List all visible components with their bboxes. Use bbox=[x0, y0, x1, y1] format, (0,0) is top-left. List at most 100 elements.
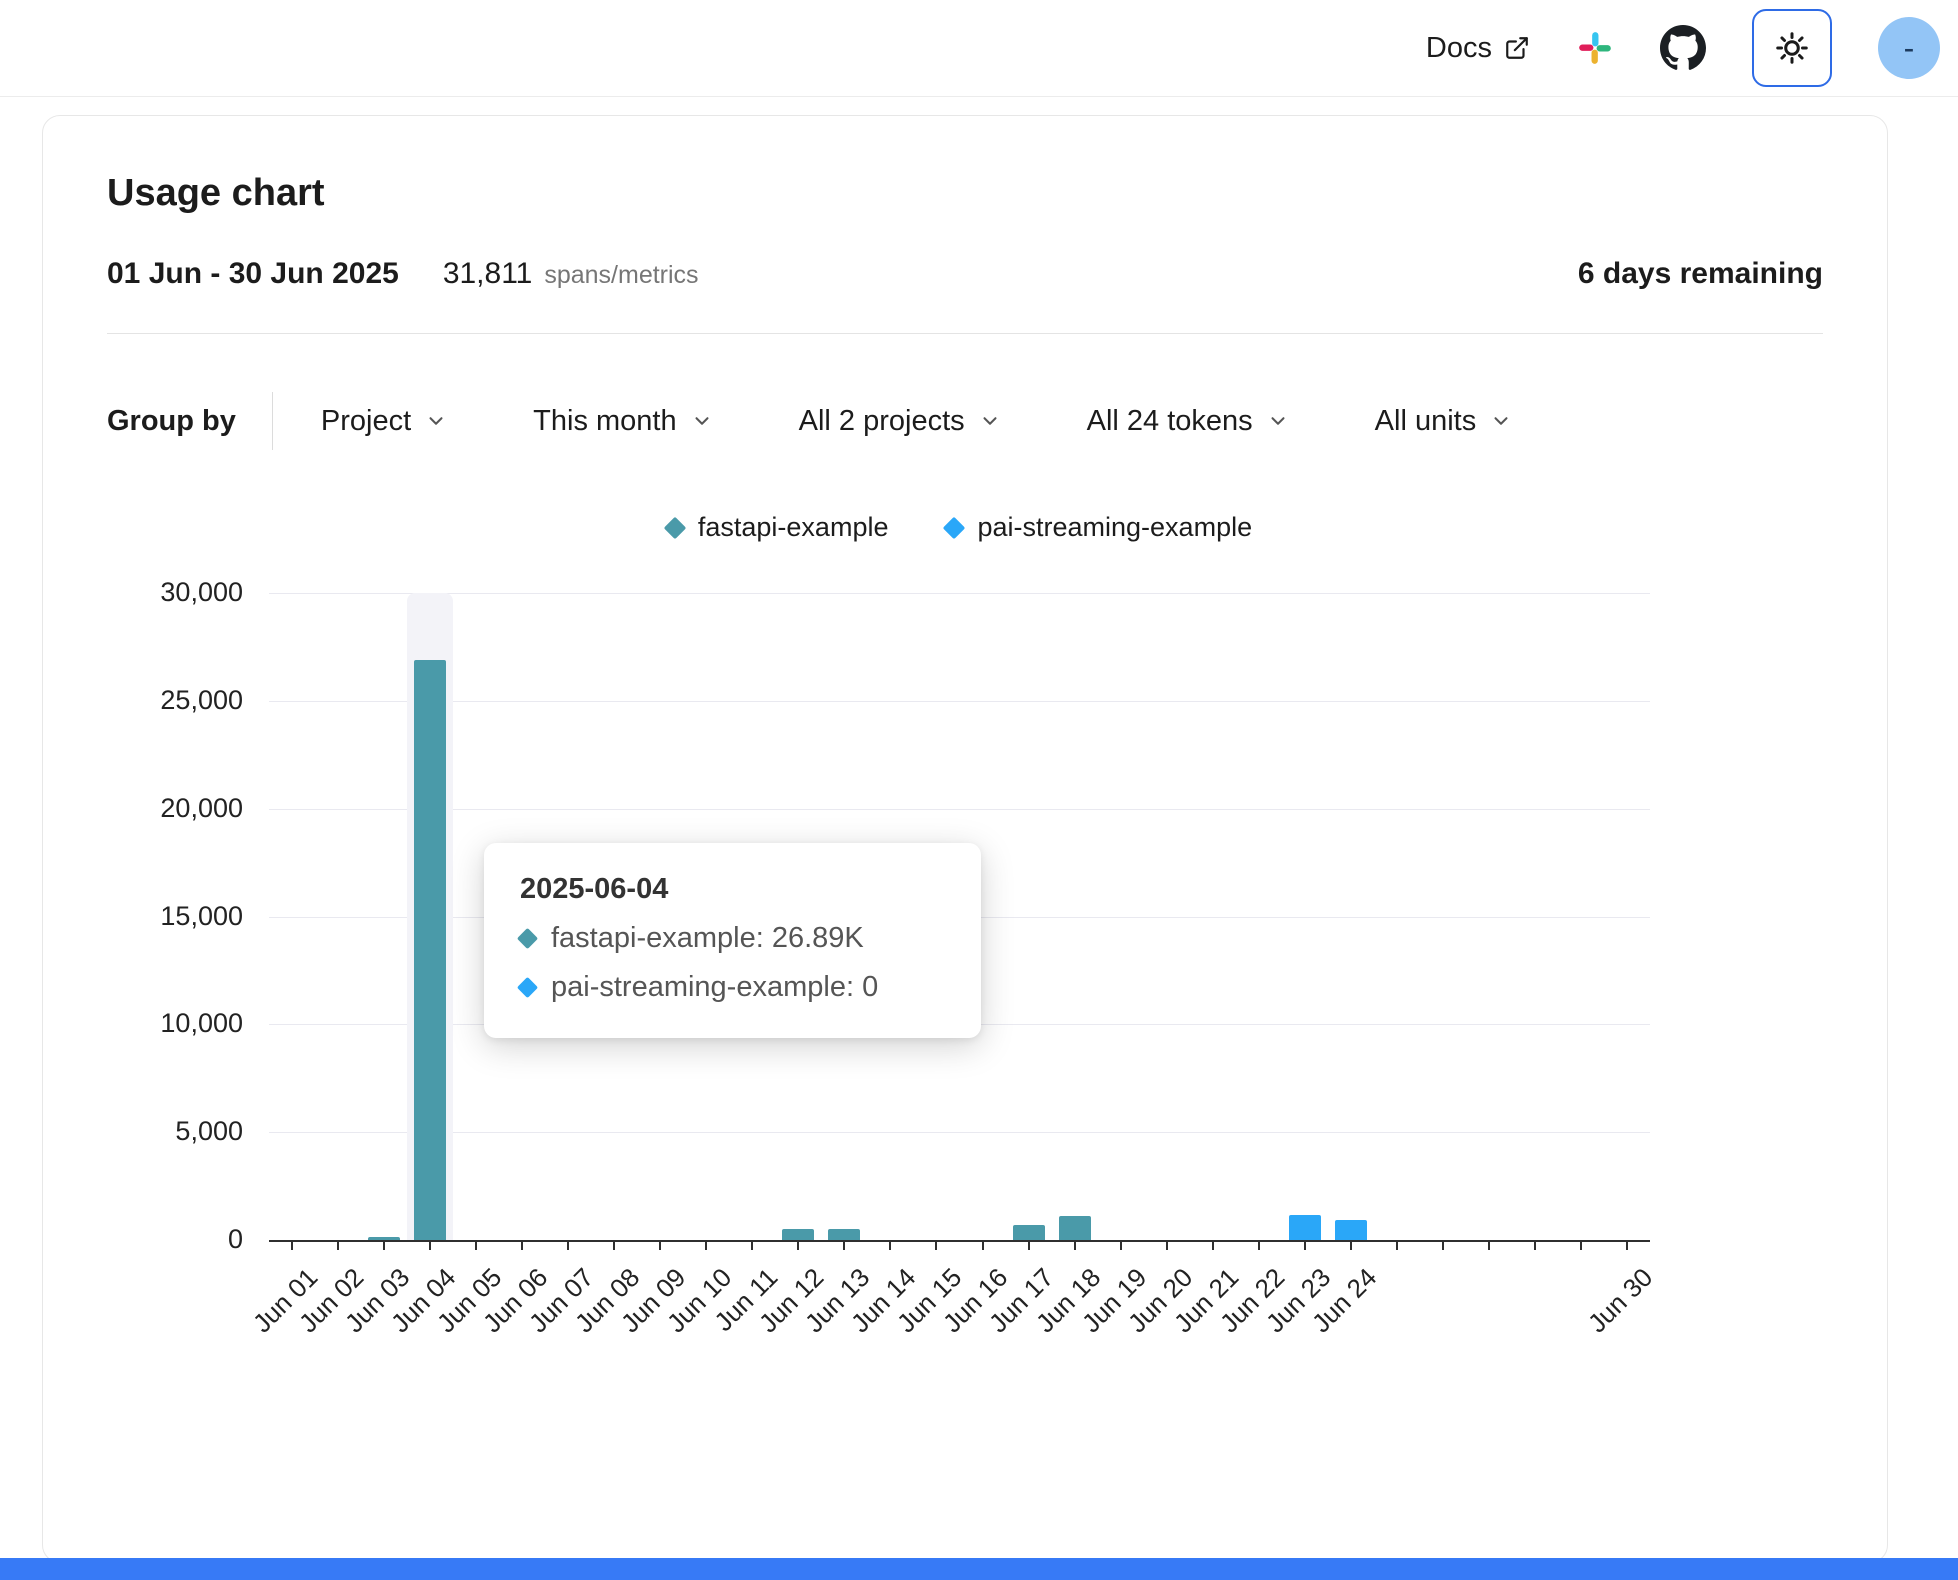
slack-link[interactable] bbox=[1576, 29, 1614, 67]
bar-pai-streaming-example-Jun 23[interactable] bbox=[1289, 1215, 1321, 1240]
y-axis-label: 30,000 bbox=[73, 577, 243, 608]
time-range-dropdown[interactable]: This month bbox=[533, 405, 712, 438]
dropdown-label: This month bbox=[533, 405, 676, 438]
external-link-icon bbox=[1504, 35, 1530, 61]
chevron-down-icon bbox=[1267, 410, 1289, 432]
x-axis-tick bbox=[1028, 1240, 1030, 1250]
bar-fastapi-example-Jun 17[interactable] bbox=[1013, 1225, 1045, 1240]
usage-meta-row: 01 Jun - 30 Jun 2025 31,811 spans/metric… bbox=[107, 257, 1823, 291]
x-axis-tick bbox=[429, 1240, 431, 1250]
tooltip-title: 2025-06-04 bbox=[520, 873, 945, 906]
x-axis-tick bbox=[1120, 1240, 1122, 1250]
x-axis-tick bbox=[1442, 1240, 1444, 1250]
y-axis-label: 15,000 bbox=[73, 901, 243, 932]
legend-item-fastapi-example[interactable]: fastapi-example bbox=[667, 512, 889, 543]
x-axis-label: Jun 30 bbox=[1582, 1262, 1659, 1339]
x-axis-tick bbox=[1626, 1240, 1628, 1250]
filter-row: Group by Project This month All 2 projec… bbox=[107, 392, 1823, 450]
docs-label: Docs bbox=[1426, 32, 1492, 65]
group-by-dropdown[interactable]: Project bbox=[321, 405, 447, 438]
gridline bbox=[269, 593, 1650, 594]
chevron-down-icon bbox=[425, 410, 447, 432]
x-axis-tick bbox=[1304, 1240, 1306, 1250]
github-icon bbox=[1660, 25, 1706, 71]
chevron-down-icon bbox=[979, 410, 1001, 432]
x-axis-tick bbox=[521, 1240, 523, 1250]
group-by-label: Group by bbox=[107, 405, 272, 438]
legend-label: fastapi-example bbox=[698, 512, 889, 543]
tokens-dropdown[interactable]: All 24 tokens bbox=[1087, 405, 1289, 438]
x-axis-tick bbox=[751, 1240, 753, 1250]
x-axis-tick bbox=[383, 1240, 385, 1250]
bar-fastapi-example-Jun 12[interactable] bbox=[782, 1229, 814, 1240]
x-axis-tick bbox=[889, 1240, 891, 1250]
y-axis-label: 20,000 bbox=[73, 793, 243, 824]
y-axis-label: 0 bbox=[73, 1224, 243, 1255]
tooltip-rows: fastapi-example: 26.89K pai-streaming-exa… bbox=[520, 922, 945, 1004]
github-link[interactable] bbox=[1660, 25, 1706, 71]
dropdown-label: All 2 projects bbox=[799, 405, 965, 438]
legend-swatch bbox=[943, 516, 966, 539]
chevron-down-icon bbox=[691, 410, 713, 432]
bar-fastapi-example-Jun 03[interactable] bbox=[368, 1237, 400, 1240]
theme-toggle-button[interactable] bbox=[1752, 9, 1832, 87]
x-axis-tick bbox=[475, 1240, 477, 1250]
date-range: 01 Jun - 30 Jun 2025 bbox=[107, 257, 399, 291]
topbar: Docs bbox=[0, 0, 1958, 97]
legend: fastapi-example pai-streaming-example bbox=[269, 512, 1650, 543]
x-axis-tick bbox=[1534, 1240, 1536, 1250]
bar-pai-streaming-example-Jun 24[interactable] bbox=[1335, 1220, 1367, 1240]
tooltip-swatch bbox=[517, 977, 538, 998]
avatar-label: - bbox=[1904, 30, 1915, 67]
x-axis-tick bbox=[567, 1240, 569, 1250]
dropdown-label: All 24 tokens bbox=[1087, 405, 1253, 438]
chart-tooltip: 2025-06-04 fastapi-example: 26.89K pai-st… bbox=[484, 843, 981, 1038]
y-axis-label: 10,000 bbox=[73, 1008, 243, 1039]
vertical-separator bbox=[272, 392, 273, 450]
bottom-bar bbox=[0, 1558, 1958, 1580]
avatar[interactable]: - bbox=[1878, 17, 1940, 79]
usage-chart: fastapi-example pai-streaming-example 202… bbox=[107, 512, 1823, 1242]
dropdown-label: All units bbox=[1375, 405, 1477, 438]
bar-fastapi-example-Jun 04[interactable] bbox=[414, 660, 446, 1240]
tooltip-swatch bbox=[517, 928, 538, 949]
legend-label: pai-streaming-example bbox=[977, 512, 1252, 543]
usage-card: Usage chart 01 Jun - 30 Jun 2025 31,811 … bbox=[42, 115, 1888, 1563]
x-axis-tick bbox=[1166, 1240, 1168, 1250]
chevron-down-icon bbox=[1490, 410, 1512, 432]
x-axis-tick bbox=[1074, 1240, 1076, 1250]
x-axis-tick bbox=[1258, 1240, 1260, 1250]
gridline bbox=[269, 701, 1650, 702]
dropdown-label: Project bbox=[321, 405, 411, 438]
x-axis-tick bbox=[613, 1240, 615, 1250]
x-axis-tick bbox=[1396, 1240, 1398, 1250]
projects-dropdown[interactable]: All 2 projects bbox=[799, 405, 1001, 438]
legend-item-pai-streaming-example[interactable]: pai-streaming-example bbox=[946, 512, 1252, 543]
slack-icon bbox=[1576, 29, 1614, 67]
sun-icon bbox=[1774, 30, 1810, 66]
x-axis-tick bbox=[659, 1240, 661, 1250]
x-axis-tick bbox=[291, 1240, 293, 1250]
tooltip-row-text: pai-streaming-example: 0 bbox=[551, 971, 878, 1004]
gridline bbox=[269, 809, 1650, 810]
gridline bbox=[269, 1132, 1650, 1133]
x-axis-tick bbox=[705, 1240, 707, 1250]
units-dropdown[interactable]: All units bbox=[1375, 405, 1513, 438]
x-axis-tick bbox=[797, 1240, 799, 1250]
x-axis-tick bbox=[1350, 1240, 1352, 1250]
x-axis-tick bbox=[337, 1240, 339, 1250]
bar-fastapi-example-Jun 18[interactable] bbox=[1059, 1216, 1091, 1240]
x-axis-tick bbox=[1488, 1240, 1490, 1250]
tooltip-row: pai-streaming-example: 0 bbox=[520, 971, 945, 1004]
y-axis-label: 5,000 bbox=[73, 1116, 243, 1147]
plot-area: 2025-06-04 fastapi-example: 26.89K pai-st… bbox=[269, 593, 1650, 1242]
x-axis-tick bbox=[1212, 1240, 1214, 1250]
legend-swatch bbox=[664, 516, 687, 539]
bar-fastapi-example-Jun 13[interactable] bbox=[828, 1229, 860, 1240]
days-remaining: 6 days remaining bbox=[1578, 257, 1823, 291]
docs-link[interactable]: Docs bbox=[1426, 32, 1530, 65]
page-title: Usage chart bbox=[107, 172, 1823, 215]
divider bbox=[107, 333, 1823, 334]
usage-unit: spans/metrics bbox=[544, 261, 698, 290]
tooltip-row: fastapi-example: 26.89K bbox=[520, 922, 945, 955]
